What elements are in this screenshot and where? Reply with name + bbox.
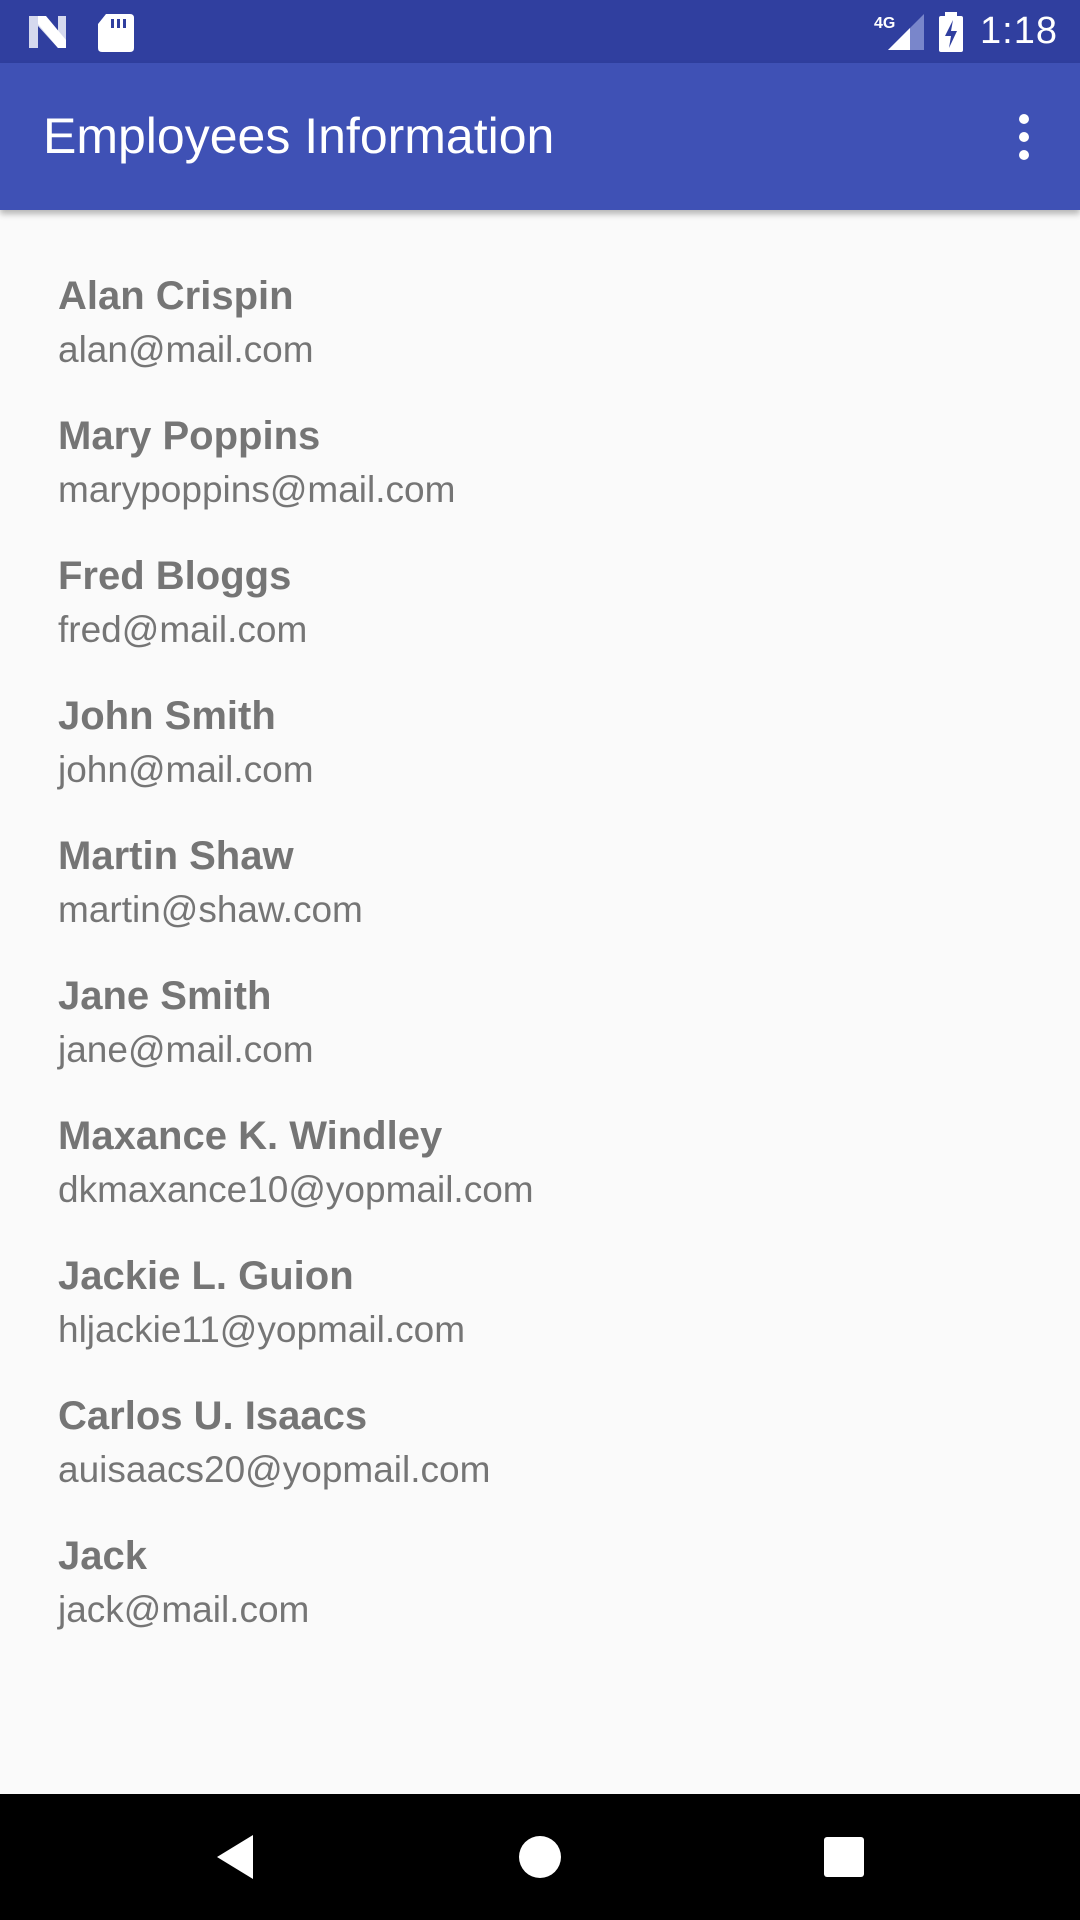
battery-charging-icon [939, 11, 964, 52]
list-item[interactable]: John Smith john@mail.com [0, 692, 1080, 832]
sd-card-icon [98, 14, 134, 52]
employee-name: Fred Bloggs [58, 554, 292, 598]
list-item[interactable]: Martin Shaw martin@shaw.com [0, 832, 1080, 972]
employee-email: martin@shaw.com [58, 889, 363, 930]
navigation-bar [0, 1794, 1080, 1920]
employee-email: jack@mail.com [58, 1589, 310, 1630]
employee-email: marypoppins@mail.com [58, 469, 456, 510]
employee-name: Jane Smith [58, 974, 272, 1018]
employee-email: dkmaxance10@yopmail.com [58, 1169, 534, 1210]
list-item[interactable]: Fred Bloggs fred@mail.com [0, 552, 1080, 692]
employee-email: john@mail.com [58, 749, 314, 790]
employee-email: jane@mail.com [58, 1029, 314, 1070]
status-right-group: 4G 1:18 [864, 0, 1058, 63]
status-time: 1:18 [980, 10, 1058, 52]
list-item[interactable]: Carlos U. Isaacs auisaacs20@yopmail.com [0, 1392, 1080, 1532]
home-button[interactable] [500, 1817, 580, 1897]
home-icon [519, 1836, 561, 1878]
recents-button[interactable] [804, 1817, 884, 1897]
employee-name: Alan Crispin [58, 274, 294, 318]
employee-list: Alan Crispin alan@mail.com Mary Poppins … [0, 210, 1080, 1672]
list-item[interactable]: Alan Crispin alan@mail.com [0, 272, 1080, 412]
status-bar: 4G 1:18 [0, 0, 1080, 63]
employee-email: fred@mail.com [58, 609, 308, 650]
list-item[interactable]: Mary Poppins marypoppins@mail.com [0, 412, 1080, 552]
network-type-label: 4G [874, 15, 895, 32]
list-item[interactable]: Jane Smith jane@mail.com [0, 972, 1080, 1112]
recents-icon [824, 1837, 864, 1877]
list-item[interactable]: Maxance K. Windley dkmaxance10@yopmail.c… [0, 1112, 1080, 1252]
more-options-button[interactable] [986, 99, 1062, 175]
employee-name: Maxance K. Windley [58, 1114, 443, 1158]
employee-email: hljackie11@yopmail.com [58, 1309, 466, 1350]
app-bar: Employees Information [0, 63, 1080, 210]
back-icon [217, 1835, 253, 1879]
back-button[interactable] [195, 1817, 275, 1897]
employee-name: Jackie L. Guion [58, 1254, 354, 1298]
employee-name: Martin Shaw [58, 834, 294, 878]
more-vert-icon [1019, 110, 1029, 164]
employee-name: Carlos U. Isaacs [58, 1394, 368, 1438]
n-logo-icon [29, 16, 66, 48]
list-item[interactable]: Jackie L. Guion hljackie11@yopmail.com [0, 1252, 1080, 1392]
signal-4g-icon: 4G [874, 13, 925, 50]
employee-name: Mary Poppins [58, 414, 321, 458]
page-title: Employees Information [43, 108, 555, 164]
employee-email: alan@mail.com [58, 329, 314, 370]
employee-name: John Smith [58, 694, 276, 738]
employee-name: Jack [58, 1534, 147, 1578]
employee-email: auisaacs20@yopmail.com [58, 1449, 491, 1490]
list-item[interactable]: Jack jack@mail.com [0, 1532, 1080, 1672]
screen: 4G 1:18 Employees Information Alan Crisp… [0, 0, 1080, 1920]
